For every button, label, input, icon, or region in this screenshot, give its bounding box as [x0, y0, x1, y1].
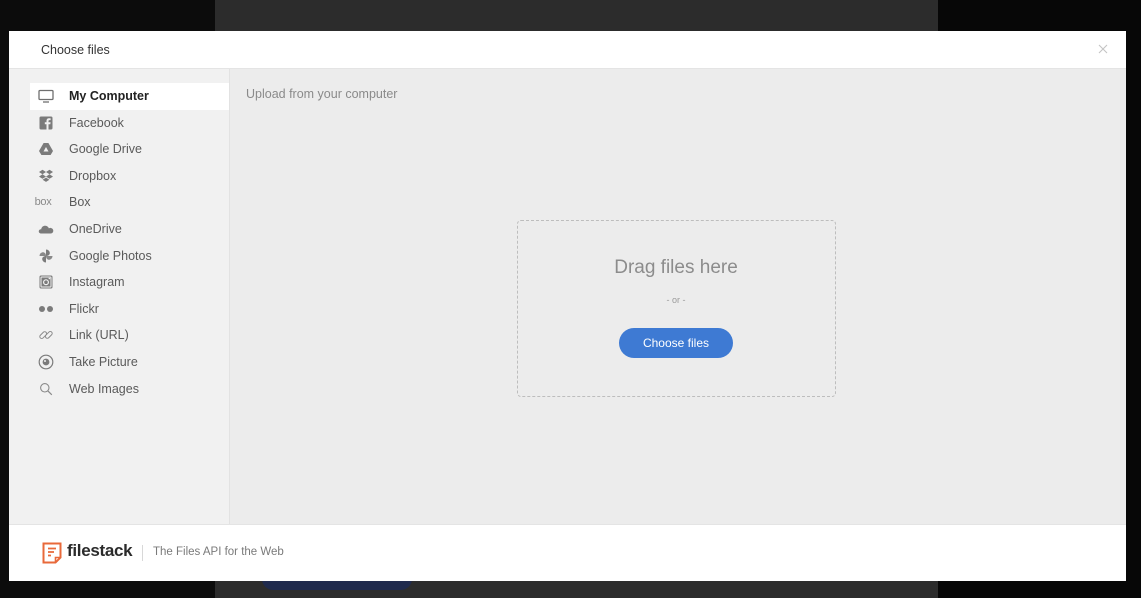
sidebar-item-label: Flickr — [69, 301, 99, 316]
sidebar-item-flickr[interactable]: Flickr — [30, 296, 229, 323]
sidebar-item-facebook[interactable]: Facebook — [30, 110, 229, 137]
upload-heading: Upload from your computer — [246, 87, 398, 101]
dialog-header: Choose files — [9, 31, 1126, 69]
onedrive-icon — [38, 225, 54, 234]
source-list: My Computer Facebook Google Drive Dropbo… — [30, 83, 229, 402]
sidebar-item-onedrive[interactable]: OneDrive — [30, 216, 229, 243]
sidebar-item-label: Dropbox — [69, 168, 117, 183]
sidebar-item-label: Facebook — [69, 115, 124, 130]
filestack-logo-icon — [42, 542, 62, 564]
camera-icon — [38, 354, 54, 370]
sidebar-item-label: Link (URL) — [69, 328, 129, 343]
close-button[interactable] — [1094, 40, 1112, 58]
sidebar-item-web-images[interactable]: Web Images — [30, 376, 229, 403]
search-icon — [40, 382, 53, 395]
sidebar-item-box[interactable]: box Box — [30, 189, 229, 216]
google-photos-icon — [39, 249, 53, 263]
sidebar-item-label: Google Photos — [69, 248, 152, 263]
instagram-icon — [39, 275, 53, 289]
monitor-icon — [38, 89, 54, 103]
box-icon: box — [34, 196, 52, 209]
sidebar-item-label: My Computer — [69, 89, 149, 103]
sidebar-item-label: Google Drive — [69, 142, 142, 157]
drop-zone-separator: - or - — [666, 295, 686, 305]
source-sidebar: My Computer Facebook Google Drive Dropbo… — [9, 69, 230, 524]
sidebar-item-google-drive[interactable]: Google Drive — [30, 136, 229, 163]
sidebar-item-my-computer[interactable]: My Computer — [30, 83, 229, 110]
sidebar-item-label: Take Picture — [69, 354, 138, 369]
sidebar-item-take-picture[interactable]: Take Picture — [30, 349, 229, 376]
file-picker-dialog: Choose files My Computer Facebook Google… — [9, 31, 1126, 581]
upload-panel: Upload from your computer Drag files her… — [230, 69, 1126, 524]
facebook-icon — [39, 116, 53, 130]
drop-zone[interactable]: Drag files here - or - Choose files — [517, 220, 836, 397]
drop-zone-title: Drag files here — [614, 257, 738, 278]
sidebar-item-label: OneDrive — [69, 221, 122, 236]
dropbox-icon — [39, 169, 53, 182]
sidebar-item-dropbox[interactable]: Dropbox — [30, 163, 229, 190]
sidebar-item-label: Web Images — [69, 381, 139, 396]
dialog-footer: filestack The Files API for the Web — [9, 524, 1126, 581]
sidebar-item-label: Instagram — [69, 275, 125, 290]
brand-tagline: The Files API for the Web — [153, 546, 284, 558]
flickr-icon — [39, 305, 53, 312]
dialog-title: Choose files — [41, 43, 110, 57]
link-icon — [39, 331, 53, 340]
sidebar-item-label: Box — [69, 195, 91, 210]
close-icon — [1098, 44, 1108, 54]
footer-divider — [142, 545, 143, 561]
sidebar-item-instagram[interactable]: Instagram — [30, 269, 229, 296]
sidebar-item-link-url[interactable]: Link (URL) — [30, 322, 229, 349]
google-drive-icon — [39, 143, 53, 156]
choose-files-button[interactable]: Choose files — [619, 328, 733, 358]
sidebar-item-google-photos[interactable]: Google Photos — [30, 243, 229, 270]
brand-name: filestack — [67, 541, 133, 560]
